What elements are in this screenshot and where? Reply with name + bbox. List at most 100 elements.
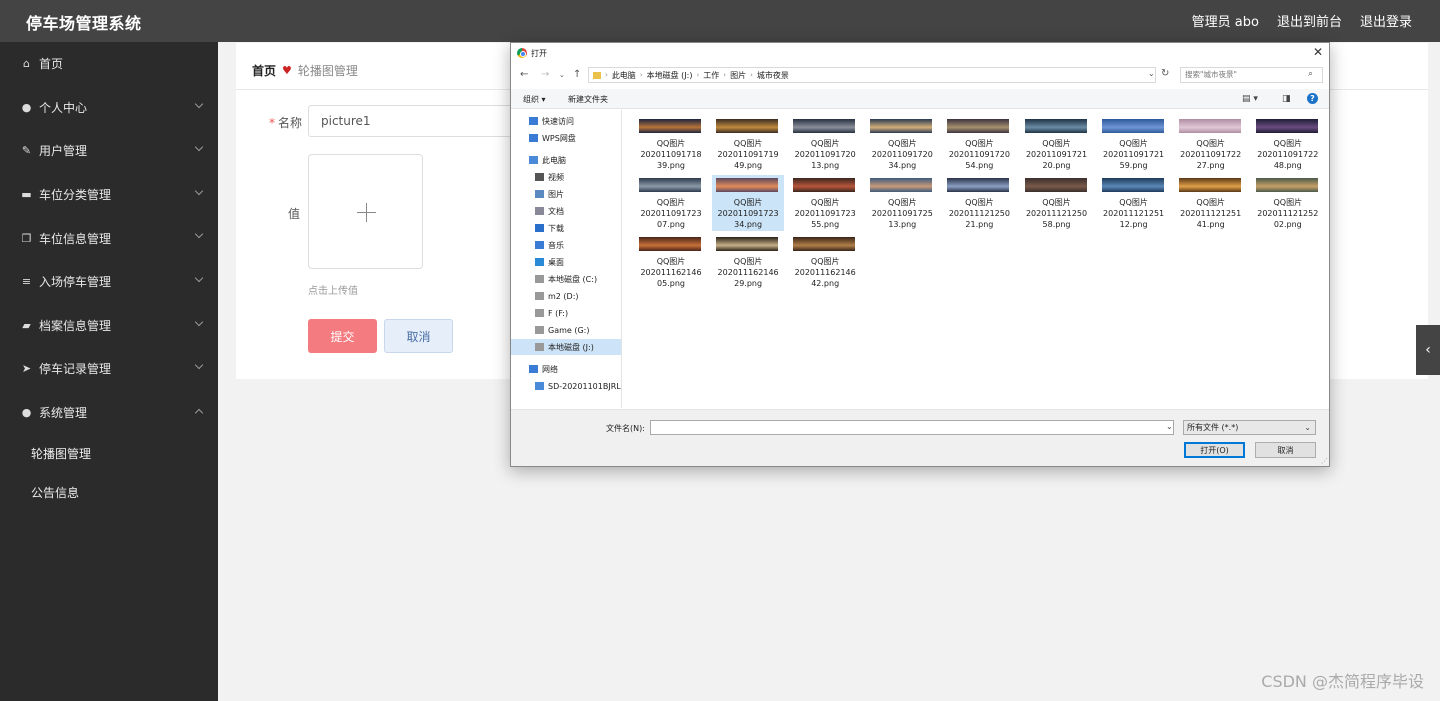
file-item[interactable]: QQ图片 202011091718 39.png — [635, 116, 707, 172]
preview-pane-icon[interactable]: ◨ — [1282, 94, 1291, 104]
nav-item[interactable]: 下载 — [511, 220, 621, 236]
file-item[interactable]: QQ图片 202011091721 20.png — [1021, 116, 1093, 172]
breadcrumb-home[interactable]: 首页 — [252, 62, 276, 79]
admin-user-link[interactable]: 管理员 abo — [1192, 11, 1259, 30]
file-item[interactable]: QQ图片 202011091723 34.png — [712, 175, 785, 231]
nav-item[interactable]: 音乐 — [511, 237, 621, 253]
network-pc-icon — [535, 382, 544, 390]
dialog-cancel-button[interactable]: 取消 — [1255, 442, 1316, 458]
file-name: QQ图片 202011091721 59.png — [1103, 139, 1165, 170]
file-item[interactable]: QQ图片 202011121251 12.png — [1098, 175, 1170, 231]
file-item[interactable]: QQ图片 202011162146 42.png — [789, 234, 861, 290]
file-item[interactable]: QQ图片 202011091723 55.png — [789, 175, 861, 231]
file-item[interactable]: QQ图片 202011091721 59.png — [1098, 116, 1170, 172]
sidebar-item-7[interactable]: ➤ 停车记录管理 — [0, 347, 218, 391]
new-folder-button[interactable]: 新建文件夹 — [568, 94, 608, 105]
logout-link[interactable]: 退出登录 — [1360, 11, 1412, 30]
view-options-icon[interactable]: ▤ ▾ — [1242, 94, 1258, 104]
refresh-icon[interactable]: ↻ — [1161, 68, 1169, 79]
open-button[interactable]: 打开(O) — [1184, 442, 1245, 458]
sidebar-item-5[interactable]: ≡ 入场停车管理 — [0, 260, 218, 304]
file-item[interactable]: QQ图片 202011091719 49.png — [712, 116, 784, 172]
file-item[interactable]: QQ图片 202011091722 48.png — [1252, 116, 1324, 172]
sidebar-item-4[interactable]: ❐ 车位信息管理 — [0, 216, 218, 260]
path-segment[interactable]: 图片 — [730, 70, 746, 81]
chrome-icon — [517, 48, 527, 58]
heart-icon: ♥ — [282, 64, 292, 77]
nav-item[interactable]: 此电脑 — [511, 152, 621, 168]
file-item[interactable]: QQ图片 202011121251 41.png — [1175, 175, 1247, 231]
cancel-button[interactable]: 取消 — [384, 319, 453, 353]
nav-item[interactable]: 本地磁盘 (J:) — [511, 339, 621, 355]
back-arrow-icon[interactable]: ← — [520, 69, 528, 80]
nav-item[interactable]: 桌面 — [511, 254, 621, 270]
nav-item-label: 下载 — [548, 223, 564, 233]
file-item[interactable]: QQ图片 202011091725 13.png — [866, 175, 938, 231]
file-name: QQ图片 202011091719 49.png — [717, 139, 779, 170]
file-name: QQ图片 202011091722 48.png — [1257, 139, 1319, 170]
top-header: 停车场管理系统 管理员 abo 退出到前台 退出登录 — [0, 0, 1440, 42]
up-arrow-icon[interactable]: ↑ — [573, 69, 581, 80]
side-panel-toggle[interactable]: ‹ — [1416, 325, 1440, 375]
sidebar-item-2[interactable]: ✎ 用户管理 — [0, 129, 218, 173]
file-item[interactable]: QQ图片 202011121250 58.png — [1021, 175, 1093, 231]
nav-item[interactable]: F (F:) — [511, 305, 621, 321]
nav-item[interactable]: 图片 — [511, 186, 621, 202]
search-icon[interactable]: ⌕ — [1308, 69, 1313, 79]
address-bar[interactable]: › 此电脑 › 本地磁盘 (J:) › 工作 › 图片 › 城市夜景 — [588, 67, 1156, 83]
file-item[interactable]: QQ图片 202011121252 02.png — [1252, 175, 1324, 231]
sidebar-item-8[interactable]: ● 系统管理 — [0, 391, 218, 435]
path-segment[interactable]: 工作 — [703, 70, 719, 81]
file-name: QQ图片 202011091723 55.png — [794, 198, 856, 229]
drive-icon — [535, 275, 544, 283]
file-item[interactable]: QQ图片 202011091720 54.png — [943, 116, 1015, 172]
sidebar-subitem-0[interactable]: 轮播图管理 — [0, 434, 218, 473]
filetype-select[interactable]: 所有文件 (*.*) ⌄ — [1183, 420, 1316, 435]
filename-input[interactable] — [650, 420, 1174, 435]
image-thumbnail — [947, 119, 1010, 133]
path-segment[interactable]: 城市夜景 — [757, 70, 789, 81]
exit-to-front-link[interactable]: 退出到前台 — [1277, 11, 1342, 30]
path-segment[interactable]: 本地磁盘 (J:) — [647, 70, 693, 81]
dialog-toolbar: 组织 ▾ 新建文件夹 ▤ ▾ ◨ ? — [511, 89, 1329, 109]
filename-dropdown-icon[interactable]: ⌄ — [1166, 422, 1173, 431]
path-segment[interactable]: 此电脑 — [612, 70, 636, 81]
nav-item[interactable]: 网络 — [511, 361, 621, 377]
search-input[interactable]: 搜索"城市夜景" — [1180, 67, 1323, 83]
dialog-titlebar[interactable]: 打开 ✕ — [511, 43, 1329, 63]
sidebar-subitem-1[interactable]: 公告信息 — [0, 473, 218, 512]
nav-item[interactable]: 快速访问 — [511, 113, 621, 129]
file-item[interactable]: QQ图片 202011091720 13.png — [789, 116, 861, 172]
nav-item[interactable]: SD-20201101BJRL — [511, 378, 621, 394]
sidebar-item-0[interactable]: ⌂ 首页 — [0, 42, 218, 86]
image-upload-box[interactable] — [308, 154, 423, 269]
file-item[interactable]: QQ图片 202011162146 05.png — [635, 234, 707, 290]
nav-item[interactable]: WPS网盘 — [511, 130, 621, 146]
resize-grip-icon[interactable]: ⋰ — [1321, 457, 1328, 465]
file-item[interactable]: QQ图片 202011162146 29.png — [712, 234, 784, 290]
nav-item[interactable]: 视频 — [511, 169, 621, 185]
nav-item[interactable]: 本地磁盘 (C:) — [511, 271, 621, 287]
nav-item[interactable]: 文档 — [511, 203, 621, 219]
edit-icon: ✎ — [21, 144, 32, 158]
organize-menu[interactable]: 组织 ▾ — [523, 94, 546, 105]
picture-icon — [535, 190, 544, 198]
forward-arrow-icon[interactable]: → — [541, 69, 549, 80]
name-input[interactable]: picture1 — [308, 105, 518, 137]
recent-dropdown-icon[interactable]: ⌄ — [559, 71, 565, 79]
sidebar-item-3[interactable]: ▬ 车位分类管理 — [0, 173, 218, 217]
file-item[interactable]: QQ图片 202011091723 07.png — [635, 175, 707, 231]
nav-item[interactable]: Game (G:) — [511, 322, 621, 338]
dialog-bottom: 文件名(N): ⌄ 所有文件 (*.*) ⌄ 打开(O) 取消 ⋰ — [511, 409, 1329, 466]
file-item[interactable]: QQ图片 202011121250 21.png — [943, 175, 1015, 231]
help-icon[interactable]: ? — [1307, 93, 1318, 104]
sidebar-item-6[interactable]: ▰ 档案信息管理 — [0, 304, 218, 348]
file-item[interactable]: QQ图片 202011091720 34.png — [866, 116, 938, 172]
chevron-down-icon — [194, 142, 204, 152]
file-item[interactable]: QQ图片 202011091722 27.png — [1175, 116, 1247, 172]
close-icon[interactable]: ✕ — [1313, 45, 1323, 59]
sidebar-item-1[interactable]: ● 个人中心 — [0, 86, 218, 130]
nav-item[interactable]: m2 (D:) — [511, 288, 621, 304]
submit-button[interactable]: 提交 — [308, 319, 377, 353]
address-dropdown-icon[interactable]: ⌄ — [1148, 69, 1155, 78]
